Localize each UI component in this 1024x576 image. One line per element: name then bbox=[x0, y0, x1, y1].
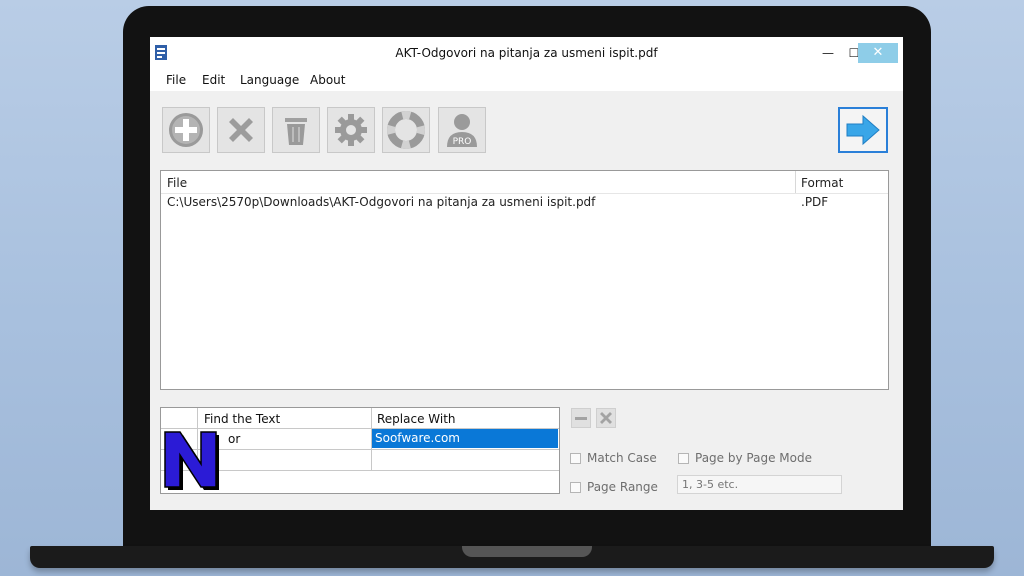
remove-icon bbox=[229, 118, 253, 142]
clear-rows-button[interactable] bbox=[596, 408, 616, 428]
trash-icon bbox=[285, 118, 307, 145]
pro-user-icon: PRO bbox=[447, 114, 477, 147]
arrow-right-icon bbox=[846, 114, 880, 146]
column-divider bbox=[795, 171, 796, 193]
file-list[interactable]: File Format C:\Users\2570p\Downloads\AKT… bbox=[160, 170, 889, 390]
close-button[interactable]: ✕ bbox=[858, 43, 898, 63]
laptop-notch bbox=[462, 546, 592, 557]
add-icon bbox=[169, 113, 203, 147]
find-text-cell[interactable]: or bbox=[228, 432, 240, 446]
help-button[interactable] bbox=[382, 107, 430, 153]
replace-with-cell[interactable]: Soofware.com bbox=[372, 429, 558, 448]
pro-button[interactable]: PRO bbox=[438, 107, 486, 153]
menu-file[interactable]: File bbox=[166, 73, 186, 87]
settings-button[interactable] bbox=[327, 107, 375, 153]
title-bar: AKT-Odgovori na pitanja za usmeni ispit.… bbox=[150, 37, 903, 69]
page-by-page-checkbox[interactable] bbox=[678, 453, 689, 464]
settings-icon bbox=[335, 114, 367, 146]
close-icon bbox=[600, 412, 612, 424]
watermark-logo bbox=[164, 431, 219, 490]
remove-file-button[interactable] bbox=[217, 107, 265, 153]
help-lifebuoy-icon bbox=[387, 111, 425, 149]
menu-bar: File Edit Language About bbox=[150, 69, 903, 91]
add-file-button[interactable] bbox=[162, 107, 210, 153]
minimize-button[interactable]: — bbox=[814, 43, 842, 63]
match-case-label: Match Case bbox=[587, 451, 657, 465]
menu-edit[interactable]: Edit bbox=[202, 73, 225, 87]
column-header-find: Find the Text bbox=[204, 412, 281, 426]
page-by-page-label: Page by Page Mode bbox=[695, 451, 812, 465]
window-title: AKT-Odgovori na pitanja za usmeni ispit.… bbox=[395, 46, 658, 60]
remove-row-button[interactable] bbox=[571, 408, 591, 428]
menu-language[interactable]: Language bbox=[240, 73, 299, 87]
column-header-file[interactable]: File bbox=[167, 176, 187, 190]
column-header-replace: Replace With bbox=[377, 412, 456, 426]
page-range-input[interactable] bbox=[677, 475, 842, 494]
page-range-label: Page Range bbox=[587, 480, 658, 494]
replace-with-value: Soofware.com bbox=[375, 431, 460, 445]
minus-icon bbox=[575, 417, 587, 420]
file-path-cell[interactable]: C:\Users\2570p\Downloads\AKT-Odgovori na… bbox=[167, 195, 595, 209]
menu-about[interactable]: About bbox=[310, 73, 345, 87]
page-range-checkbox[interactable] bbox=[570, 482, 581, 493]
column-header-format[interactable]: Format bbox=[801, 176, 843, 190]
file-format-cell[interactable]: .PDF bbox=[801, 195, 828, 209]
convert-button[interactable] bbox=[838, 107, 888, 153]
pro-badge: PRO bbox=[453, 137, 472, 147]
clear-list-button[interactable] bbox=[272, 107, 320, 153]
app-window: AKT-Odgovori na pitanja za usmeni ispit.… bbox=[150, 37, 903, 510]
file-list-header: File Format bbox=[161, 171, 888, 194]
match-case-checkbox[interactable] bbox=[570, 453, 581, 464]
